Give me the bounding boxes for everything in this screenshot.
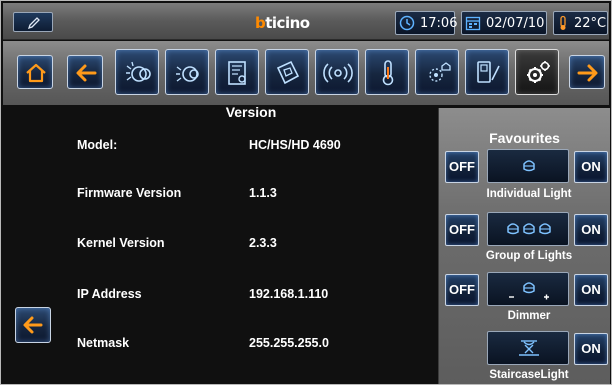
time-text: 17:06	[420, 16, 458, 31]
group-lights-icon	[507, 223, 551, 235]
back-button[interactable]	[15, 307, 51, 343]
temperature-display[interactable]: 22°C	[553, 11, 608, 35]
staircase-light-label: StaircaseLight	[489, 369, 569, 381]
favourites-panel: Favourites OFF ON Individual Light OFF O…	[438, 108, 610, 384]
status-bar: bticino 17:06 02/07/10 22°C	[3, 3, 609, 40]
arrow-left-icon	[76, 64, 97, 82]
ip-address-value: 192.168.1.110	[249, 287, 329, 301]
temperature-icon	[382, 60, 394, 86]
home-button[interactable]	[17, 55, 53, 89]
dimmer-on-button[interactable]: ON	[574, 274, 608, 306]
kernel-version-label: Kernel Version	[77, 236, 165, 250]
sound-system-icon	[323, 63, 353, 83]
dimmer-icon	[509, 282, 549, 300]
edit-button[interactable]	[13, 12, 53, 32]
app-window: bticino 17:06 02/07/10 22°C Version Mode…	[0, 0, 612, 385]
group-lights-off-button[interactable]: OFF	[445, 214, 479, 246]
pencil-icon	[27, 17, 40, 30]
clock-display[interactable]: 17:06	[395, 11, 458, 35]
energy-icon	[276, 60, 300, 85]
clock-icon	[399, 15, 415, 31]
group-lights-on-button[interactable]: ON	[574, 214, 608, 246]
scenarios-icon	[228, 61, 246, 85]
settings-icon	[527, 61, 550, 83]
favourites-title: Favourites	[489, 130, 560, 146]
dimmer-display[interactable]	[487, 272, 569, 306]
home-icon	[26, 63, 46, 83]
group-lights-display[interactable]	[487, 212, 569, 246]
video-button[interactable]	[415, 49, 459, 95]
model-value: HC/HS/HD 4690	[249, 138, 341, 152]
staircase-light-on-button[interactable]: ON	[574, 333, 608, 365]
individual-light-on-button[interactable]: ON	[574, 151, 608, 183]
individual-light-display[interactable]	[487, 149, 569, 183]
dimmer-label: Dimmer	[507, 310, 551, 322]
lighting-icon	[126, 61, 151, 82]
main-toolbar	[3, 41, 609, 105]
single-light-icon	[523, 160, 535, 172]
individual-light-off-button[interactable]: OFF	[445, 151, 479, 183]
page-title: Version	[225, 104, 277, 120]
automation-icon	[176, 66, 199, 82]
temperature-text: 22°C	[574, 16, 607, 31]
thermometer-icon	[560, 15, 566, 30]
group-lights-label: Group of Lights	[485, 250, 573, 262]
sound-system-button[interactable]	[315, 49, 359, 95]
netmask-value: 255.255.255.0	[249, 336, 329, 350]
individual-light-label: Individual Light	[486, 188, 572, 200]
firmware-version-label: Firmware Version	[77, 186, 182, 200]
temperature-control-button[interactable]	[365, 49, 409, 95]
ip-address-label: IP Address	[77, 287, 142, 301]
video-icon	[429, 62, 451, 82]
next-page-button[interactable]	[569, 55, 605, 89]
staircase-light-icon	[519, 340, 539, 356]
automation-button[interactable]	[165, 49, 209, 95]
arrow-right-icon	[577, 64, 598, 82]
date-text: 02/07/10	[486, 16, 545, 31]
messages-button[interactable]	[465, 49, 509, 95]
date-display[interactable]: 02/07/10	[461, 11, 547, 35]
calendar-icon	[465, 16, 481, 31]
previous-page-button[interactable]	[67, 55, 103, 89]
messages-icon	[477, 61, 500, 83]
netmask-label: Netmask	[77, 336, 130, 350]
energy-button[interactable]	[265, 49, 309, 95]
staircase-light-display[interactable]	[487, 331, 569, 365]
kernel-version-value: 2.3.3	[249, 236, 277, 250]
model-label: Model:	[77, 138, 118, 152]
settings-button[interactable]	[515, 49, 559, 95]
brand-logo: bticino	[255, 14, 310, 32]
lighting-button[interactable]	[115, 49, 159, 95]
firmware-version-value: 1.1.3	[249, 186, 277, 200]
scenarios-button[interactable]	[215, 49, 259, 95]
dimmer-off-button[interactable]: OFF	[445, 274, 479, 306]
arrow-left-icon	[23, 316, 43, 334]
